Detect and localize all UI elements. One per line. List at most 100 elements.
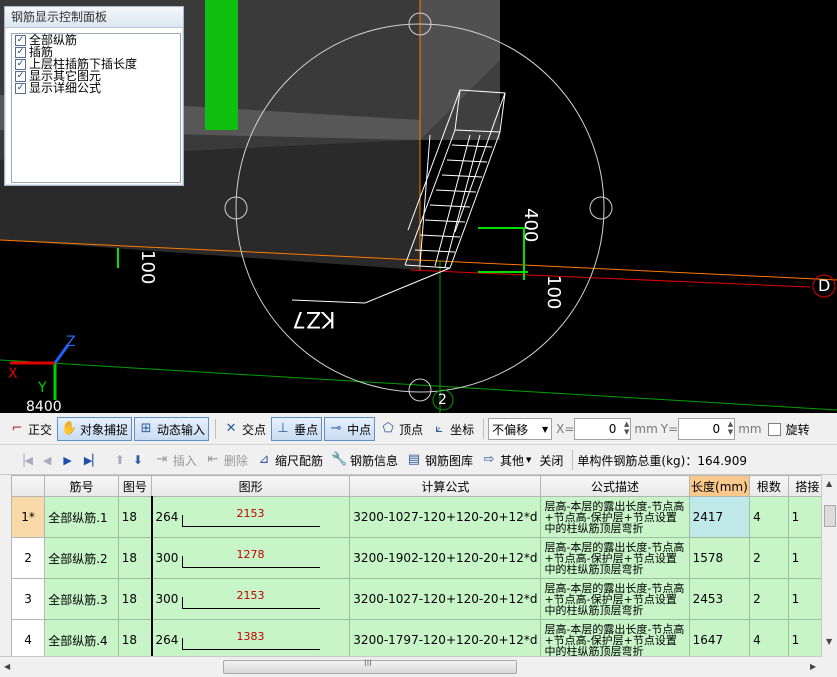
label-leader <box>364 267 451 304</box>
first-icon[interactable]: ▕◀ <box>16 454 33 467</box>
shape-hook <box>181 638 183 650</box>
table-row[interactable]: 1* 全部纵筋.1 18 264 2153 3200-1027-120+120-20+12… <box>10 496 837 538</box>
cell-length[interactable]: 2417 <box>688 496 751 538</box>
rebar-library-button[interactable]: ▤ 钢筋图库 <box>403 449 476 471</box>
scroll-down-icon[interactable]: ▼ <box>826 637 832 646</box>
column-header[interactable]: 根数 <box>749 475 789 497</box>
offset-select[interactable]: 不偏移 ▼ <box>488 418 553 440</box>
scroll-left-icon[interactable]: ◀ <box>4 662 10 671</box>
vertical-scroll-thumb[interactable] <box>824 505 836 527</box>
cell-figure-no[interactable]: 18 <box>117 496 153 538</box>
x-input[interactable]: 0 ▲ ▼ <box>574 418 632 440</box>
column-header[interactable]: 筋号 <box>44 475 119 497</box>
cell-length[interactable]: 1578 <box>688 537 751 579</box>
cell-figure-no[interactable]: 18 <box>117 578 153 620</box>
ortho-button[interactable]: ⌐ 正交 <box>6 418 55 440</box>
cell-description[interactable]: 层高-本层的露出长度-节点高+节点高-保护层+节点设置中的柱纵筋顶层弯折 <box>540 537 690 579</box>
delete-label: 删除 <box>223 453 248 468</box>
cell-name[interactable]: 全部纵筋.4 <box>44 619 119 661</box>
shape-hook <box>181 597 183 609</box>
cell-figure-no[interactable]: 18 <box>117 619 153 661</box>
column-header[interactable]: 图号 <box>117 475 153 497</box>
rebar-display-panel: 钢筋显示控制面板 ✓ 全部纵筋 ✓ 插筋 ✓ 上层柱插筋下插长度 ✓ 显示其它图元 ✓ 显示详细公… <box>4 6 184 186</box>
move-up-icon[interactable]: ⬆ <box>115 453 125 467</box>
column-header[interactable]: 计算公式 <box>349 475 542 497</box>
row-index[interactable]: 4 <box>10 619 46 661</box>
spinner-icon[interactable]: ▲ ▼ <box>624 420 629 436</box>
cell-count[interactable]: 4 <box>749 619 789 661</box>
midpoint-button[interactable]: ⊸ 中点 <box>324 417 376 441</box>
rebar-info-icon: 🔧 <box>330 452 348 467</box>
rotate-checkbox[interactable] <box>767 422 781 436</box>
cell-figure-no[interactable]: 18 <box>117 537 153 579</box>
cell-shape[interactable]: 264 2153 <box>151 496 351 538</box>
cell-shape[interactable]: 300 2153 <box>151 578 351 620</box>
checkbox[interactable]: ✓ <box>15 70 26 82</box>
last-icon[interactable]: ▶▏ <box>84 454 101 467</box>
panel-option[interactable]: ✓ 显示详细公式 <box>15 82 180 94</box>
cell-formula[interactable]: 3200-1902-120+120-20+12*d <box>349 537 542 579</box>
other-menu-button[interactable]: ⇨ 其他 ▼ <box>478 449 534 471</box>
vertical-scrollbar[interactable]: ▲ ▼ <box>821 475 837 676</box>
insert-button[interactable]: ⇥ 插入 <box>151 449 200 471</box>
snap-label: 对象捕捉 <box>80 422 129 437</box>
scroll-up-icon[interactable]: ▲ <box>826 479 832 488</box>
cell-formula[interactable]: 3200-1027-120+120-20+12*d <box>349 496 542 538</box>
cell-description[interactable]: 层高-本层的露出长度-节点高+节点高-保护层+节点设置中的柱纵筋顶层弯折 <box>540 578 690 620</box>
vertex-label: 顶点 <box>399 422 424 437</box>
move-down-icon[interactable]: ⬇ <box>133 453 143 467</box>
checkbox[interactable]: ✓ <box>15 46 26 58</box>
horizontal-scroll-thumb[interactable]: III <box>223 659 517 674</box>
cell-count[interactable]: 2 <box>749 578 789 620</box>
spinner-icon[interactable]: ▲ ▼ <box>728 420 733 436</box>
perpendicular-button[interactable]: ⊥ 垂点 <box>271 417 323 441</box>
close-label: 关闭 <box>539 453 564 468</box>
cell-count[interactable]: 4 <box>749 496 789 538</box>
cell-length[interactable]: 2453 <box>688 578 751 620</box>
shape-line <box>181 526 320 527</box>
row-index[interactable]: 3 <box>10 578 46 620</box>
cell-name[interactable]: 全部纵筋.2 <box>44 537 119 579</box>
scroll-right-icon[interactable]: ▶ <box>810 662 816 671</box>
column-header[interactable]: 长度(mm) <box>688 475 751 497</box>
cell-name[interactable]: 全部纵筋.1 <box>44 496 119 538</box>
rotate-label: 旋转 <box>785 422 810 437</box>
y-input[interactable]: 0 ▲ ▼ <box>678 418 736 440</box>
hook-length: 300 <box>155 551 179 565</box>
coordinate-button[interactable]: ⟀ 坐标 <box>428 418 477 440</box>
checkbox[interactable]: ✓ <box>15 82 26 94</box>
dim-100-right-label: 100 <box>543 275 564 310</box>
cell-formula[interactable]: 3200-1027-120+120-20+12*d <box>349 578 542 620</box>
cell-name[interactable]: 全部纵筋.3 <box>44 578 119 620</box>
shape-length: 2153 <box>236 507 265 520</box>
intersection-button[interactable]: ✕ 交点 <box>220 418 269 440</box>
column-header[interactable]: 图形 <box>151 475 351 497</box>
shape-length: 1383 <box>236 630 265 643</box>
cell-formula[interactable]: 3200-1797-120+120-20+12*d <box>349 619 542 661</box>
scale-rebar-button[interactable]: ⊿ 缩尺配筋 <box>253 449 326 471</box>
prev-icon[interactable]: ◀ <box>43 454 51 467</box>
vertex-button[interactable]: ⬠ 顶点 <box>377 418 426 440</box>
cell-shape[interactable]: 264 1383 <box>151 619 351 661</box>
next-icon[interactable]: ▶ <box>63 454 71 467</box>
cell-length[interactable]: 1647 <box>688 619 751 661</box>
snap-button[interactable]: ✋ 对象捕捉 <box>57 417 133 441</box>
table-row[interactable]: 3 全部纵筋.3 18 300 2153 3200-1027-120+120-20+12*… <box>10 578 837 620</box>
delete-button[interactable]: ⇤ 删除 <box>202 449 251 471</box>
rebar-info-button[interactable]: 🔧 钢筋信息 <box>328 449 401 471</box>
cell-shape[interactable]: 300 1278 <box>151 537 351 579</box>
table-row[interactable]: 2 全部纵筋.2 18 300 1278 3200-1902-120+120-20+12*… <box>10 537 837 579</box>
close-button[interactable]: 关闭 <box>536 449 566 471</box>
checkbox[interactable]: ✓ <box>15 34 26 46</box>
horizontal-scrollbar[interactable]: ◀ III ▶ <box>0 656 822 677</box>
cell-description[interactable]: 层高-本层的露出长度-节点高+节点高-保护层+节点设置中的柱纵筋顶层弯折 <box>540 619 690 661</box>
row-index[interactable]: 1* <box>10 496 46 538</box>
table-row[interactable]: 4 全部纵筋.4 18 264 1383 3200-1797-120+120-20+12*… <box>10 619 837 661</box>
rebar-library-label: 钢筋图库 <box>424 453 473 468</box>
cell-description[interactable]: 层高-本层的露出长度-节点高+节点高-保护层+节点设置中的柱纵筋顶层弯折 <box>540 496 690 538</box>
dynamic-input-button[interactable]: ⊞ 动态输入 <box>134 417 210 441</box>
checkbox[interactable]: ✓ <box>15 58 26 70</box>
row-index[interactable]: 2 <box>10 537 46 579</box>
cell-count[interactable]: 2 <box>749 537 789 579</box>
column-header[interactable]: 公式描述 <box>540 475 690 497</box>
